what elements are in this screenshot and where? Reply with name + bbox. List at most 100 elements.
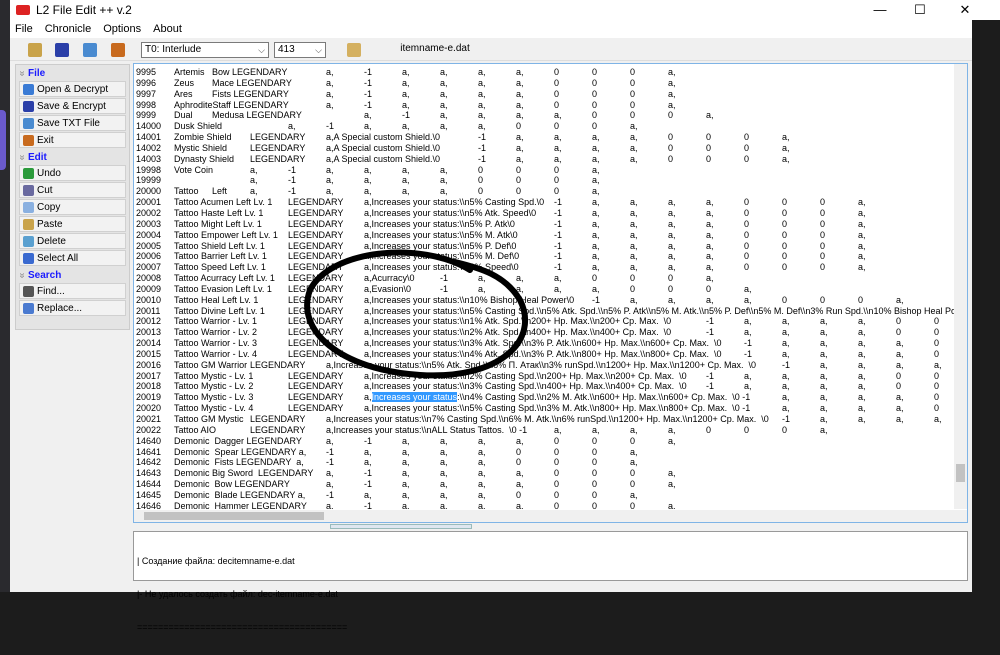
- save-txt-file-icon: [23, 117, 34, 129]
- editor-row[interactable]: 19999 a, -1 a, a, a, a, 0 0 0 a,: [136, 175, 954, 186]
- editor-row[interactable]: 20000 Tattoo Left a, -1 a, a, a, a, 0 0 …: [136, 186, 954, 197]
- save-icon[interactable]: [55, 43, 69, 57]
- copy-button[interactable]: Copy: [19, 199, 126, 215]
- editor-row[interactable]: 20009 Tattoo Evasion Left Lv. 1 LEGENDAR…: [136, 284, 954, 295]
- cut-button[interactable]: Cut: [19, 182, 126, 198]
- chronicle-select[interactable]: T0: Interlude ⌵: [141, 42, 269, 58]
- editor-row[interactable]: 20006 Tattoo Barrier Left Lv. 1 LEGENDAR…: [136, 251, 954, 262]
- editor-row[interactable]: 14644 Demonic Bow LEGENDARY a, -1 a, a, …: [136, 479, 954, 490]
- editor-row[interactable]: 9998 AphroditeStaff LEGENDARY a, -1 a, a…: [136, 100, 954, 111]
- editor-row[interactable]: 14646 Demonic Hammer LEGENDARY a, -1 a, …: [136, 501, 954, 509]
- button-label: Save & Encrypt: [37, 100, 106, 112]
- editor-row[interactable]: 20004 Tattoo Empower Left Lv. 1 LEGENDAR…: [136, 230, 954, 241]
- editor-row[interactable]: 19998 Vote Coin a, -1 a, a, a, a, 0 0 0 …: [136, 165, 954, 176]
- find-icon: [23, 285, 34, 297]
- button-label: Copy: [37, 201, 61, 213]
- vertical-scrollbar[interactable]: [954, 64, 967, 509]
- button-label: Delete: [37, 235, 66, 247]
- open-icon[interactable]: [28, 43, 42, 57]
- replace-button[interactable]: Replace...: [19, 300, 126, 316]
- button-label: Find...: [37, 285, 65, 297]
- editor-row[interactable]: 20005 Tattoo Shield Left Lv. 1 LEGENDARY…: [136, 241, 954, 252]
- editor-row[interactable]: 20008 Tattoo Acurracy Left Lv. 1 LEGENDA…: [136, 273, 954, 284]
- cut-icon: [23, 184, 34, 196]
- editor-row[interactable]: 20022 Tattoo AIO LEGENDARY a,Increases y…: [136, 425, 954, 436]
- editor-row[interactable]: 20001 Tattoo Acumen Left Lv. 1 LEGENDARY…: [136, 197, 954, 208]
- editor-row[interactable]: 14000 Dusk Shield a, -1 a, a, a, a, 0 0 …: [136, 121, 954, 132]
- menu-options[interactable]: Options: [103, 23, 141, 35]
- editor-row[interactable]: 20011 Tattoo Divine Left Lv. 1 LEGENDARY…: [136, 306, 954, 317]
- copy-icon: [23, 201, 34, 213]
- close-button[interactable]: ✕: [945, 0, 985, 20]
- editor-row[interactable]: 20010 Tattoo Heal Left Lv. 1 LEGENDARY a…: [136, 295, 954, 306]
- exit-icon[interactable]: [111, 43, 125, 57]
- menu-file[interactable]: File: [15, 23, 33, 35]
- editor-row[interactable]: 20021 Tattoo GM Mystic LEGENDARY a,Incre…: [136, 414, 954, 425]
- editor-row[interactable]: 20020 Tattoo Mystic - Lv. 4 LEGENDARY a,…: [136, 403, 954, 414]
- title-bar: L2 File Edit ++ v.2 — ☐ ✕: [10, 0, 1000, 20]
- text-selection[interactable]: Increases your status: [371, 392, 458, 403]
- editor-row[interactable]: 14640 Demonic Dagger LEGENDARY a, -1 a, …: [136, 436, 954, 447]
- open-decrypt-icon: [23, 83, 34, 95]
- editor-row[interactable]: 20016 Tattoo GM Warrior LEGENDARY a,Incr…: [136, 360, 954, 371]
- editor-row[interactable]: 20002 Tattoo Haste Left Lv. 1 LEGENDARY …: [136, 208, 954, 219]
- menu-chronicle[interactable]: Chronicle: [45, 23, 91, 35]
- protocol-select[interactable]: 413 ⌵: [274, 42, 326, 58]
- splitter-handle[interactable]: [330, 524, 472, 529]
- app-window: L2 File Edit ++ v.2 — ☐ ✕ File Chronicle…: [10, 0, 1000, 632]
- editor-row[interactable]: 14002 Mystic Shield LEGENDARY a,A Specia…: [136, 143, 954, 154]
- editor-row[interactable]: 14642 Demonic Fists LEGENDARY a, -1 a, a…: [136, 457, 954, 468]
- app-logo-icon: [16, 5, 30, 15]
- editor-row[interactable]: 20007 Tattoo Speed Left Lv. 1 LEGENDARY …: [136, 262, 954, 273]
- editor-row[interactable]: 9999 Dual Medusa LEGENDARY a, -1 a, a, a…: [136, 110, 954, 121]
- editor-row[interactable]: 14643 Demonic Big Sword LEGENDARY a, -1 …: [136, 468, 954, 479]
- log-panel: | Создание файла: decitemname-e.dat |- Н…: [133, 531, 968, 632]
- find-button[interactable]: Find...: [19, 283, 126, 299]
- editor-row[interactable]: 9995 Artemis Bow LEGENDARY a, -1 a, a, a…: [136, 67, 954, 78]
- editor-row[interactable]: 20012 Tattoo Warrior - Lv. 1 LEGENDARY a…: [136, 316, 954, 327]
- button-label: Cut: [37, 184, 53, 196]
- editor-row[interactable]: 9996 Zeus Mace LEGENDARY a, -1 a, a, a, …: [136, 78, 954, 89]
- select-all-button[interactable]: Select All: [19, 250, 126, 266]
- editor-row[interactable]: 20018 Tattoo Mystic - Lv. 2 LEGENDARY a,…: [136, 381, 954, 392]
- maximize-button[interactable]: ☐: [900, 0, 940, 20]
- save-txt-icon[interactable]: [83, 43, 97, 57]
- menu-about[interactable]: About: [153, 23, 182, 35]
- delete-button[interactable]: Delete: [19, 233, 126, 249]
- editor-row[interactable]: 14641 Demonic Spear LEGENDARY a, -1 a, a…: [136, 447, 954, 458]
- undo-button[interactable]: Undo: [19, 165, 126, 181]
- editor-row[interactable]: 20015 Tattoo Warrior - Lv. 4 LEGENDARY a…: [136, 349, 954, 360]
- editor-row[interactable]: 20014 Tattoo Warrior - Lv. 3 LEGENDARY a…: [136, 338, 954, 349]
- editor-row[interactable]: 14645 Demonic Blade LEGENDARY a, -1 a, a…: [136, 490, 954, 501]
- minimize-button[interactable]: —: [860, 0, 900, 20]
- text-editor[interactable]: 9995 Artemis Bow LEGENDARY a, -1 a, a, a…: [133, 63, 968, 523]
- log-line: | Создание файла: decitemname-e.dat: [137, 556, 295, 566]
- paste-button[interactable]: Paste: [19, 216, 126, 232]
- current-file: itemname-e.dat: [400, 43, 470, 54]
- editor-row[interactable]: 20013 Tattoo Warrior - Lv. 2 LEGENDARY a…: [136, 327, 954, 338]
- editor-row[interactable]: 14003 Dynasty Shield LEGENDARY a,A Speci…: [136, 154, 954, 165]
- sidebar-group-edit[interactable]: Edit: [16, 149, 129, 164]
- exit-icon: [23, 134, 34, 146]
- horizontal-scrollbar[interactable]: [134, 510, 967, 522]
- editor-lines[interactable]: 9995 Artemis Bow LEGENDARY a, -1 a, a, a…: [136, 67, 954, 509]
- open-decrypt-button[interactable]: Open & Decrypt: [19, 81, 126, 97]
- editor-row[interactable]: 20019 Tattoo Mystic - Lv. 3 LEGENDARY a,…: [136, 392, 954, 403]
- button-label: Save TXT File: [37, 117, 100, 129]
- sidebar-group-search[interactable]: Search: [16, 267, 129, 282]
- sidebar-group-file[interactable]: File: [16, 65, 129, 80]
- editor-row[interactable]: 20003 Tattoo Might Left Lv. 1 LEGENDARY …: [136, 219, 954, 230]
- log-line: ========================================: [137, 622, 348, 632]
- log-line: |- Не удалось создать файл: dec-itemname…: [137, 589, 338, 599]
- editor-row[interactable]: 9997 Ares Fists LEGENDARY a, -1 a, a, a,…: [136, 89, 954, 100]
- button-label: Undo: [37, 167, 61, 179]
- window-title: L2 File Edit ++ v.2: [36, 3, 132, 17]
- exit-button[interactable]: Exit: [19, 132, 126, 148]
- editor-row[interactable]: 20017 Tattoo Mystic - Lv. 1 LEGENDARY a,…: [136, 371, 954, 382]
- save-encrypt-icon: [23, 100, 34, 112]
- replace-icon: [23, 302, 34, 314]
- editor-row[interactable]: 14001 Zombie Shield LEGENDARY a,A Specia…: [136, 132, 954, 143]
- save-encrypt-button[interactable]: Save & Encrypt: [19, 98, 126, 114]
- button-label: Open & Decrypt: [37, 83, 109, 95]
- save-txt-file-button[interactable]: Save TXT File: [19, 115, 126, 131]
